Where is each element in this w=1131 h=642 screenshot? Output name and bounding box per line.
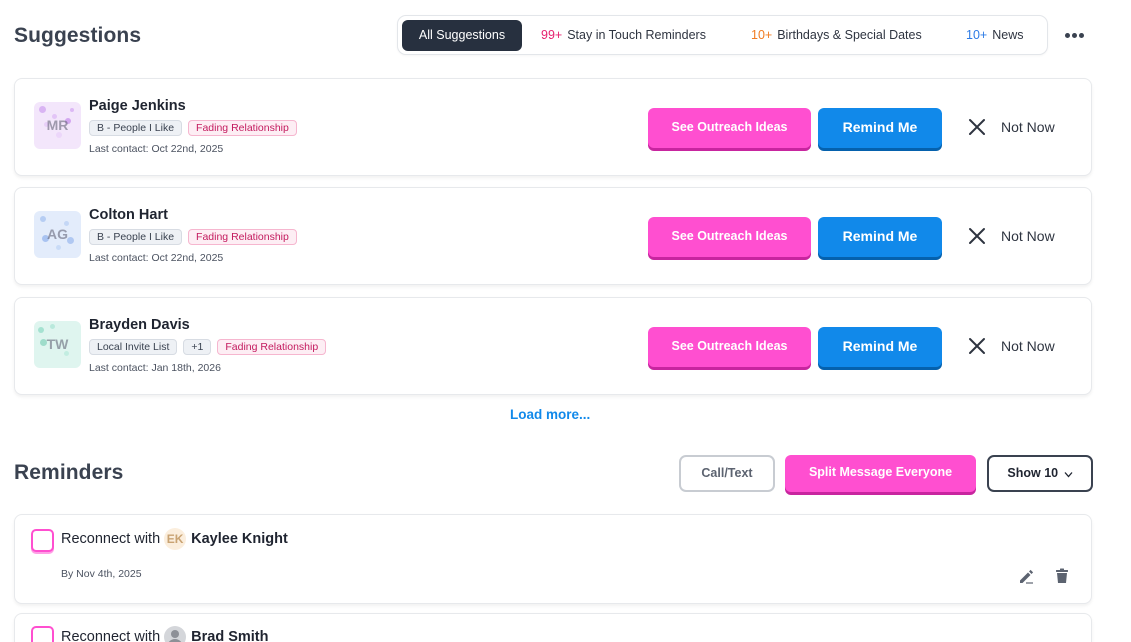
tag-list: Local Invite List +1 Fading Relationship bbox=[89, 339, 327, 355]
see-outreach-ideas-button[interactable]: See Outreach Ideas bbox=[648, 108, 811, 148]
tag-list: B - People I Like Fading Relationship bbox=[89, 229, 297, 245]
reminder-checkbox[interactable] bbox=[31, 529, 54, 552]
tag: B - People I Like bbox=[89, 120, 183, 136]
close-icon bbox=[969, 338, 985, 354]
reminder-due-date: By Nov 4th, 2025 bbox=[61, 568, 142, 580]
suggestion-card: MR Paige Jenkins B - People I Like Fadin… bbox=[14, 78, 1092, 176]
call-text-button[interactable]: Call/Text bbox=[679, 455, 775, 492]
avatar-initials: TW bbox=[46, 336, 69, 352]
close-icon bbox=[969, 119, 985, 135]
reminder-checkbox[interactable] bbox=[31, 626, 54, 642]
avatar: EK bbox=[164, 528, 187, 550]
tag-more-count[interactable]: +1 bbox=[183, 339, 212, 355]
suggestion-card: AG Colton Hart B - People I Like Fading … bbox=[14, 187, 1092, 285]
not-now-button[interactable]: Not Now bbox=[967, 115, 1077, 139]
person-name[interactable]: Paige Jenkins bbox=[89, 98, 186, 114]
tag-fading: Fading Relationship bbox=[217, 339, 327, 355]
tag: B - People I Like bbox=[89, 229, 183, 245]
filter-count: 10+ bbox=[966, 28, 988, 42]
see-outreach-ideas-button[interactable]: See Outreach Ideas bbox=[648, 327, 811, 367]
avatar: TW bbox=[34, 321, 81, 368]
not-now-button[interactable]: Not Now bbox=[967, 334, 1077, 358]
remind-me-button[interactable]: Remind Me bbox=[818, 327, 942, 367]
last-contact: Last contact: Oct 22nd, 2025 bbox=[89, 143, 224, 155]
filter-label: All Suggestions bbox=[418, 28, 506, 42]
last-contact: Last contact: Jan 18th, 2026 bbox=[89, 362, 221, 374]
filter-birthdays[interactable]: 10+ Birthdays & Special Dates bbox=[751, 20, 922, 51]
filter-all-suggestions[interactable]: All Suggestions bbox=[402, 20, 522, 51]
reminder-text: Reconnect with Brad Smith bbox=[61, 626, 268, 642]
filter-stay-in-touch[interactable]: 99+ Stay in Touch Reminders bbox=[541, 20, 706, 51]
filter-label: News bbox=[992, 28, 1024, 42]
avatar bbox=[164, 626, 187, 642]
filter-count: 99+ bbox=[541, 28, 563, 42]
close-icon bbox=[969, 228, 985, 244]
tag-list: B - People I Like Fading Relationship bbox=[89, 120, 297, 136]
not-now-label: Not Now bbox=[1001, 228, 1055, 244]
more-icon[interactable] bbox=[1060, 24, 1088, 46]
show-count-dropdown[interactable]: Show 10 bbox=[987, 455, 1093, 492]
trash-icon[interactable] bbox=[1053, 567, 1071, 585]
avatar-initials: AG bbox=[47, 226, 68, 242]
reminder-person-name[interactable]: Brad Smith bbox=[191, 629, 268, 642]
suggestion-filter-bar: All Suggestions 99+ Stay in Touch Reminde… bbox=[397, 15, 1048, 55]
reminder-item: Reconnect with EK Kaylee Knight By Nov 4… bbox=[14, 514, 1092, 604]
not-now-label: Not Now bbox=[1001, 338, 1055, 354]
chevron-down-icon bbox=[1064, 472, 1073, 478]
person-name[interactable]: Brayden Davis bbox=[89, 317, 190, 333]
filter-label: Stay in Touch Reminders bbox=[567, 28, 706, 42]
filter-count: 10+ bbox=[751, 28, 773, 42]
reminder-person-name[interactable]: Kaylee Knight bbox=[191, 531, 288, 547]
filter-label: Birthdays & Special Dates bbox=[777, 28, 922, 42]
tag-fading: Fading Relationship bbox=[188, 229, 297, 245]
reminder-item: Reconnect with Brad Smith bbox=[14, 613, 1092, 642]
edit-icon[interactable] bbox=[1017, 567, 1035, 585]
avatar-initials: MR bbox=[46, 117, 69, 133]
reminders-title: Reminders bbox=[14, 461, 124, 484]
suggestion-card: TW Brayden Davis Local Invite List +1 Fa… bbox=[14, 297, 1092, 395]
reminder-text: Reconnect with EK Kaylee Knight bbox=[61, 528, 288, 550]
load-more-link[interactable]: Load more... bbox=[510, 407, 590, 422]
tag: Local Invite List bbox=[89, 339, 178, 355]
show-count-label: Show 10 bbox=[1007, 466, 1059, 480]
remind-me-button[interactable]: Remind Me bbox=[818, 217, 942, 257]
filter-news[interactable]: 10+ News bbox=[966, 20, 1023, 51]
suggestions-title: Suggestions bbox=[14, 24, 142, 47]
reminder-prefix: Reconnect with bbox=[61, 629, 161, 642]
not-now-button[interactable]: Not Now bbox=[967, 224, 1077, 248]
not-now-label: Not Now bbox=[1001, 119, 1055, 135]
last-contact: Last contact: Oct 22nd, 2025 bbox=[89, 252, 224, 264]
person-name[interactable]: Colton Hart bbox=[89, 207, 168, 223]
tag-fading: Fading Relationship bbox=[188, 120, 297, 136]
avatar: AG bbox=[34, 211, 81, 258]
reminder-prefix: Reconnect with bbox=[61, 531, 161, 547]
see-outreach-ideas-button[interactable]: See Outreach Ideas bbox=[648, 217, 811, 257]
remind-me-button[interactable]: Remind Me bbox=[818, 108, 942, 148]
split-message-everyone-button[interactable]: Split Message Everyone bbox=[785, 455, 976, 492]
avatar: MR bbox=[34, 102, 81, 149]
